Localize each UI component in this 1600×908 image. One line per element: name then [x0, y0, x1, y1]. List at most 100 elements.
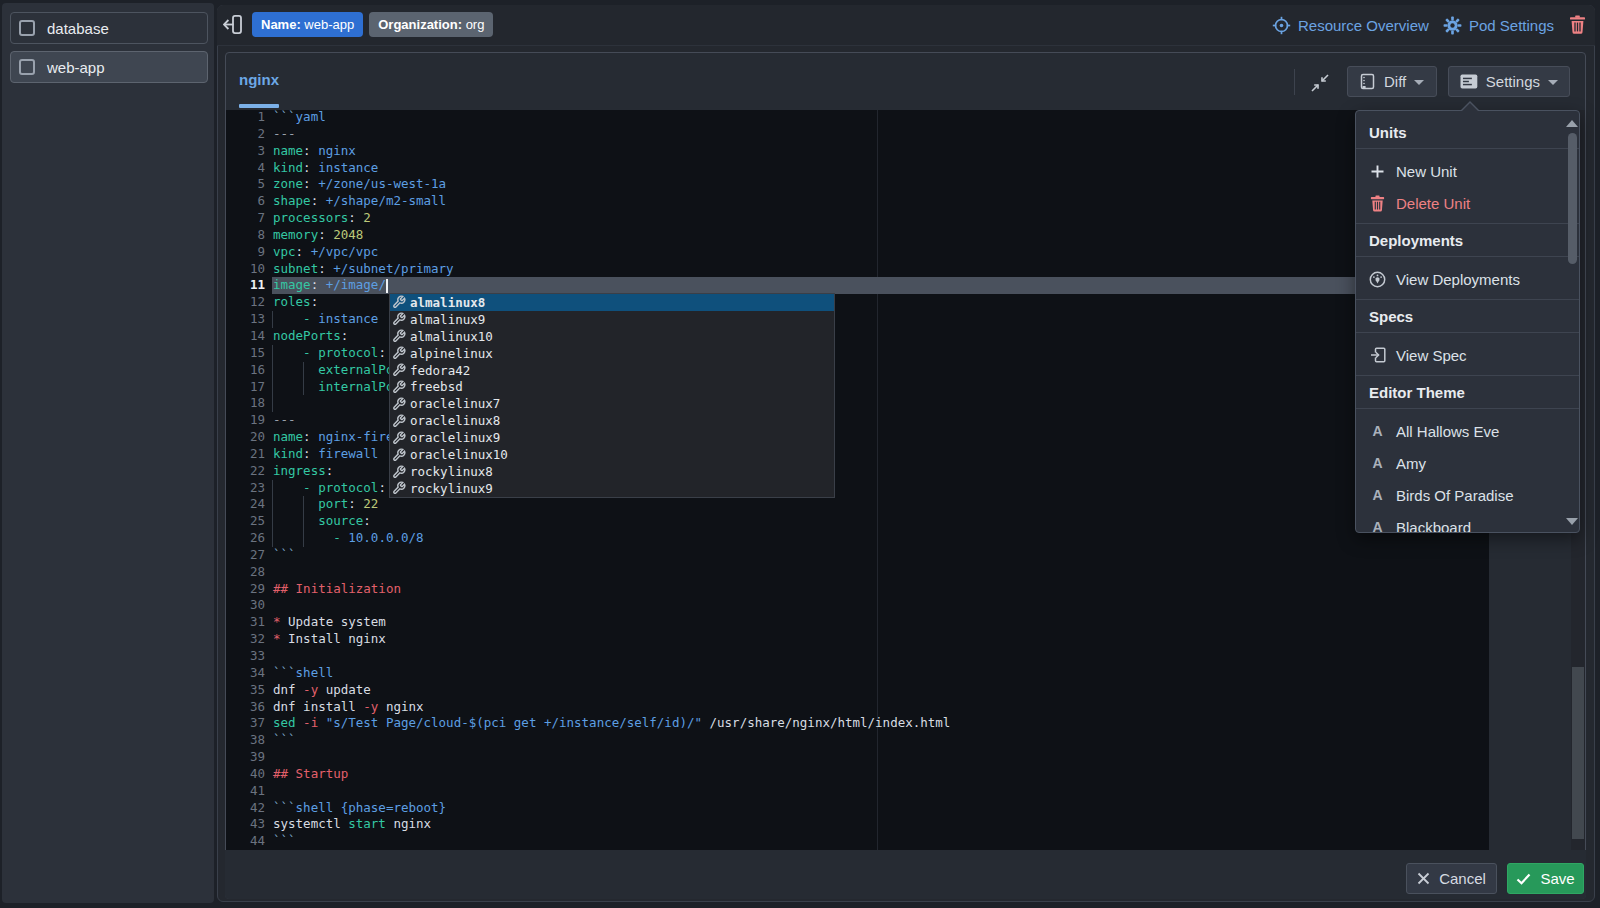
book-icon	[1359, 73, 1376, 90]
sidebar-item-web-app[interactable]: web-app	[10, 51, 208, 83]
autocomplete-option-almalinux10[interactable]: almalinux10	[390, 328, 834, 345]
line-number: 5	[226, 176, 272, 193]
code-line-41	[272, 783, 1489, 800]
code-line-27: ```	[272, 547, 1489, 564]
line-number: 24	[226, 496, 272, 513]
compress-icon	[1310, 74, 1330, 92]
line-number: 4	[226, 160, 272, 177]
menu-item-all-hallows-eve[interactable]: A All Hallows Eve	[1356, 415, 1579, 447]
autocomplete-option-rockylinux9[interactable]: rockylinux9	[390, 480, 834, 497]
menu-item-view-spec[interactable]: View Spec	[1356, 339, 1579, 371]
editor-scrollbar-thumb[interactable]	[1572, 667, 1584, 839]
menu-item-new-unit[interactable]: New Unit	[1356, 155, 1579, 187]
menu-item-label: Amy	[1396, 455, 1426, 472]
close-icon	[1417, 872, 1430, 885]
font-icon: A	[1372, 423, 1382, 439]
app: databaseweb-app Name: web-app Organizati…	[0, 0, 1600, 908]
line-number: 15	[226, 345, 272, 362]
settings-button[interactable]: Settings	[1448, 66, 1570, 97]
line-number: 17	[226, 379, 272, 396]
resource-overview-label: Resource Overview	[1298, 17, 1429, 34]
line-number: 16	[226, 362, 272, 379]
code-line-9: vpc: +/vpc/vpc	[272, 244, 1489, 261]
menu-scrollbar-thumb[interactable]	[1568, 133, 1577, 264]
card-footer: Cancel Save	[225, 850, 1586, 899]
autocomplete-option-almalinux9[interactable]: almalinux9	[390, 311, 834, 328]
autocomplete-option-label: almalinux9	[410, 312, 485, 327]
checkbox[interactable]	[19, 59, 35, 75]
diff-button[interactable]: Diff	[1347, 66, 1437, 97]
menu-scroll-up-icon[interactable]	[1566, 120, 1578, 127]
line-number: 40	[226, 766, 272, 783]
autocomplete-option-fedora42[interactable]: fedora42	[390, 362, 834, 379]
code-line-25: source:	[272, 513, 1489, 530]
autocomplete-option-freebsd[interactable]: freebsd	[390, 379, 834, 396]
line-number: 9	[226, 244, 272, 261]
autocomplete-option-almalinux8[interactable]: almalinux8	[390, 294, 834, 311]
code-line-39	[272, 749, 1489, 766]
autocomplete-option-label: rockylinux8	[410, 464, 493, 479]
save-button-label: Save	[1540, 870, 1574, 887]
menu-section-header: Deployments	[1356, 224, 1579, 256]
indent-guide	[272, 362, 273, 379]
resource-overview-link[interactable]: Resource Overview	[1272, 5, 1429, 46]
article-icon	[1460, 74, 1478, 89]
code-line-38: ```	[272, 732, 1489, 749]
pod-settings-label: Pod Settings	[1469, 17, 1554, 34]
wrench-icon	[392, 295, 406, 309]
indent-guide	[272, 345, 273, 362]
check-icon	[1516, 873, 1531, 885]
save-button[interactable]: Save	[1507, 863, 1584, 894]
autocomplete-option-rockylinux8[interactable]: rockylinux8	[390, 463, 834, 480]
line-number: 22	[226, 463, 272, 480]
line-number: 1	[226, 109, 272, 126]
line-number-gutter: 1234567891011121314151617181920212223242…	[226, 109, 272, 850]
wrench-icon	[392, 363, 406, 377]
code-line-32: * Install nginx	[272, 631, 1489, 648]
delete-pod-button[interactable]	[1569, 15, 1586, 34]
line-number: 27	[226, 547, 272, 564]
code-line-43: systemctl start nginx	[272, 816, 1489, 833]
code-editor[interactable]: 1234567891011121314151617181920212223242…	[226, 110, 1489, 850]
menu-item-label: New Unit	[1396, 163, 1457, 180]
pod-settings-link[interactable]: Pod Settings	[1443, 5, 1554, 46]
line-number: 7	[226, 210, 272, 227]
autocomplete-option-alpinelinux[interactable]: alpinelinux	[390, 345, 834, 362]
plus-icon	[1369, 163, 1386, 180]
collapse-sidebar-button[interactable]	[223, 15, 242, 34]
tab-active-indicator	[239, 104, 279, 108]
tab-nginx[interactable]: nginx	[239, 52, 279, 107]
checkbox[interactable]	[19, 20, 35, 36]
toolbar-separator	[1294, 69, 1295, 95]
autocomplete-option-oraclelinux10[interactable]: oraclelinux10	[390, 446, 834, 463]
indent-guide	[272, 496, 273, 513]
code-line-44: ```	[272, 833, 1489, 850]
collapse-left-icon	[223, 15, 242, 34]
menu-item-delete-unit[interactable]: Delete Unit	[1356, 187, 1579, 219]
autocomplete-option-oraclelinux7[interactable]: oraclelinux7	[390, 395, 834, 412]
cancel-button[interactable]: Cancel	[1406, 863, 1497, 894]
code-line-28	[272, 564, 1489, 581]
menu-item-amy[interactable]: AAmy	[1356, 447, 1579, 479]
tabbar: nginx Diff	[225, 52, 1586, 110]
code-line-11: image: +/image/	[272, 277, 1489, 294]
menu-item-view-deployments[interactable]: View Deployments	[1356, 263, 1579, 295]
autocomplete-option-label: oraclelinux9	[410, 430, 500, 445]
autocomplete-popup: almalinux8almalinux9almalinux10alpinelin…	[389, 293, 835, 498]
font-icon: A	[1372, 487, 1382, 503]
sidebar-item-database[interactable]: database	[10, 12, 208, 44]
indent-guide	[272, 530, 273, 547]
line-number: 30	[226, 597, 272, 614]
autocomplete-option-label: oraclelinux8	[410, 413, 500, 428]
line-number: 36	[226, 699, 272, 716]
menu-item-birds-of-paradise[interactable]: ABirds Of Paradise	[1356, 479, 1579, 511]
menu-item-label: All Hallows Eve	[1396, 423, 1499, 440]
collapse-editor-button[interactable]	[1310, 74, 1330, 92]
line-number: 25	[226, 513, 272, 530]
menu-section-header: Editor Theme	[1356, 376, 1579, 408]
autocomplete-option-oraclelinux9[interactable]: oraclelinux9	[390, 429, 834, 446]
autocomplete-option-oraclelinux8[interactable]: oraclelinux8	[390, 412, 834, 429]
menu-scroll-down-icon[interactable]	[1566, 518, 1578, 525]
name-badge-value: web-app	[301, 17, 354, 32]
menu-item-blackboard[interactable]: ABlackboard	[1356, 511, 1579, 533]
